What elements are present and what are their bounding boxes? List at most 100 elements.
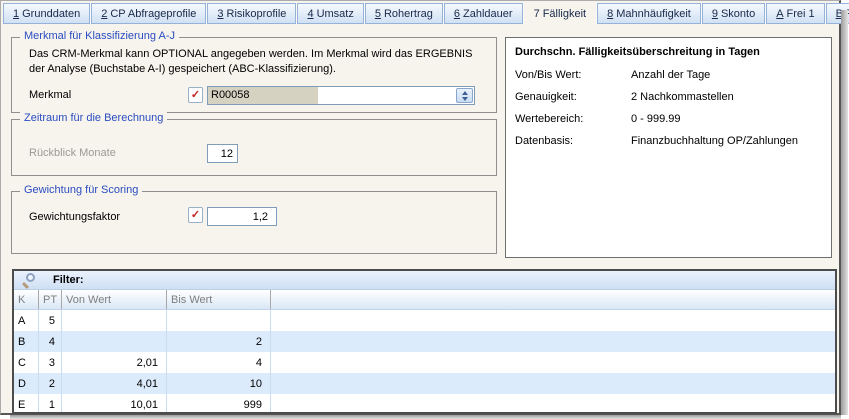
application-window: 1Grunddaten 2CP Abfrageprofile 3Risikopr… bbox=[0, 0, 849, 419]
cell-von-wert bbox=[62, 310, 167, 331]
spinner-up-icon[interactable] bbox=[462, 91, 468, 95]
validate-icon[interactable]: ✓ bbox=[188, 207, 203, 223]
tab-label: Zahldauer bbox=[463, 8, 513, 20]
merkmal-input[interactable]: R00058 bbox=[207, 86, 475, 105]
info-row: Von/Bis Wert:Anzahl der Tage bbox=[515, 69, 825, 81]
spinner-down-icon[interactable] bbox=[462, 97, 468, 101]
cell-bis-wert: 4 bbox=[167, 352, 271, 373]
group-merkmal-klassifizierung: Merkmal für Klassifizierung A-J Das CRM-… bbox=[11, 37, 497, 113]
rueckblick-monate-input[interactable] bbox=[207, 144, 238, 163]
cell-bis-wert: 999 bbox=[167, 394, 271, 414]
tab-accel: A bbox=[776, 8, 783, 20]
cell-filler bbox=[271, 394, 835, 414]
rueckblick-monate-label: Rückblick Monate bbox=[29, 147, 116, 159]
tab-label: Skonto bbox=[721, 8, 755, 20]
window-shadow-right bbox=[841, 10, 848, 415]
group-gewichtung-scoring: Gewichtung für Scoring Gewichtungsfaktor… bbox=[11, 191, 497, 254]
cell-k: D bbox=[14, 373, 39, 394]
tab-label: Umsatz bbox=[317, 8, 354, 20]
table-row[interactable]: D 2 4,01 10 bbox=[14, 373, 835, 394]
info-row: Wertebereich:0 - 999.99 bbox=[515, 113, 825, 125]
info-value: Anzahl der Tage bbox=[631, 69, 710, 81]
validate-icon[interactable]: ✓ bbox=[188, 87, 203, 103]
column-header-k[interactable]: K bbox=[14, 290, 39, 309]
group-zeitraum-berechnung: Zeitraum für die Berechnung Rückblick Mo… bbox=[11, 119, 497, 176]
info-label: Wertebereich: bbox=[515, 113, 631, 125]
table-row[interactable]: B 4 2 bbox=[14, 331, 835, 352]
tab-label: Mahnhäufigkeit bbox=[616, 8, 691, 20]
cell-von-wert: 2,01 bbox=[62, 352, 167, 373]
cell-pt: 1 bbox=[39, 394, 62, 414]
column-header-filler bbox=[271, 290, 835, 309]
tab-risikoprofile[interactable]: 3 Risikoprofile bbox=[207, 3, 296, 24]
tab-mahnhaeufigkeit[interactable]: 8Mahnhäufigkeit bbox=[597, 3, 701, 24]
tab-accel: 3 bbox=[217, 8, 223, 20]
cell-bis-wert bbox=[167, 310, 271, 331]
gewichtungsfaktor-label: Gewichtungsfaktor bbox=[29, 211, 120, 223]
merkmal-field-label: Merkmal bbox=[29, 89, 71, 101]
merkmal-value: R00058 bbox=[208, 87, 318, 104]
classification-table-panel: Filter: K PT Von Wert Bis Wert A 5 B 4 2 bbox=[12, 269, 837, 414]
info-row: Genauigkeit:2 Nachkommastellen bbox=[515, 91, 825, 103]
tab-accel: 2 bbox=[101, 8, 107, 20]
info-row: Datenbasis:Finanzbuchhaltung OP/Zahlunge… bbox=[515, 135, 825, 147]
cell-k: A bbox=[14, 310, 39, 331]
table-row[interactable]: E 1 10,01 999 bbox=[14, 394, 835, 414]
tab-grunddaten[interactable]: 1Grunddaten bbox=[3, 3, 90, 24]
filter-label: Filter: bbox=[53, 274, 84, 286]
check-glyph: ✓ bbox=[191, 209, 200, 221]
tab-label: Risikoprofile bbox=[227, 8, 287, 20]
info-panel-title: Durchschn. Fälligkeitsüberschreitung in … bbox=[515, 46, 760, 58]
column-header-von-wert[interactable]: Von Wert bbox=[62, 290, 167, 309]
gewichtungsfaktor-input[interactable] bbox=[207, 207, 277, 226]
table-header: K PT Von Wert Bis Wert bbox=[14, 290, 835, 310]
tab-accel: 7 bbox=[534, 8, 540, 20]
tab-accel: 6 bbox=[454, 8, 460, 20]
tab-label: Fälligkeit bbox=[543, 8, 586, 20]
tab-page: 1Grunddaten 2CP Abfrageprofile 3Risikopr… bbox=[0, 0, 841, 415]
cell-bis-wert: 10 bbox=[167, 373, 271, 394]
tab-rohertrag[interactable]: 5Rohertrag bbox=[365, 3, 443, 24]
magnifier-icon[interactable] bbox=[21, 273, 36, 288]
filter-bar: Filter: bbox=[14, 271, 835, 290]
tab-label: Grunddaten bbox=[22, 8, 80, 20]
info-label: Genauigkeit: bbox=[515, 91, 631, 103]
tab-zahldauer[interactable]: 6Zahldauer bbox=[444, 3, 523, 24]
group-title: Merkmal für Klassifizierung A-J bbox=[20, 30, 179, 42]
tab-frei-1[interactable]: A Frei 1 bbox=[766, 3, 824, 24]
cell-k: C bbox=[14, 352, 39, 373]
tab-accel: 8 bbox=[607, 8, 613, 20]
tab-label: Rohertrag bbox=[384, 8, 433, 20]
window-shadow-bottom bbox=[10, 415, 841, 419]
column-header-bis-wert[interactable]: Bis Wert bbox=[167, 290, 271, 309]
magnifier-handle bbox=[22, 281, 29, 288]
tab-accel: 5 bbox=[375, 8, 381, 20]
group-title: Gewichtung für Scoring bbox=[20, 184, 142, 196]
tab-bar: 1Grunddaten 2CP Abfrageprofile 3 Risikopr… bbox=[3, 3, 837, 24]
tab-umsatz[interactable]: 4Umsatz bbox=[297, 3, 363, 24]
cell-filler bbox=[271, 373, 835, 394]
cell-von-wert: 10,01 bbox=[62, 394, 167, 414]
tab-accel: 1 bbox=[13, 8, 19, 20]
cell-bis-wert: 2 bbox=[167, 331, 271, 352]
column-header-pt[interactable]: PT bbox=[39, 290, 62, 309]
group-title: Zeitraum für die Berechnung bbox=[20, 112, 167, 124]
cell-filler bbox=[271, 331, 835, 352]
description-text: Das CRM-Merkmal kann OPTIONAL angegeben … bbox=[29, 47, 491, 62]
tab-faelligkeit-active[interactable]: 7Fälligkeit bbox=[524, 3, 597, 24]
info-value: 2 Nachkommastellen bbox=[631, 91, 734, 103]
cell-von-wert: 4,01 bbox=[62, 373, 167, 394]
tab-cp-abfrageprofile[interactable]: 2CP Abfrageprofile bbox=[91, 3, 206, 24]
table-row[interactable]: A 5 bbox=[14, 310, 835, 331]
cell-filler bbox=[271, 352, 835, 373]
tab-skonto[interactable]: 9Skonto bbox=[702, 3, 765, 24]
spinner-control[interactable] bbox=[456, 88, 473, 103]
info-panel: Durchschn. Fälligkeitsüberschreitung in … bbox=[505, 37, 832, 258]
cell-pt: 4 bbox=[39, 331, 62, 352]
cell-pt: 2 bbox=[39, 373, 62, 394]
table-row[interactable]: C 3 2,01 4 bbox=[14, 352, 835, 373]
cell-pt: 5 bbox=[39, 310, 62, 331]
cell-k: E bbox=[14, 394, 39, 414]
tab-label: Frei 1 bbox=[787, 8, 815, 20]
info-value: Finanzbuchhaltung OP/Zahlungen bbox=[631, 135, 798, 147]
